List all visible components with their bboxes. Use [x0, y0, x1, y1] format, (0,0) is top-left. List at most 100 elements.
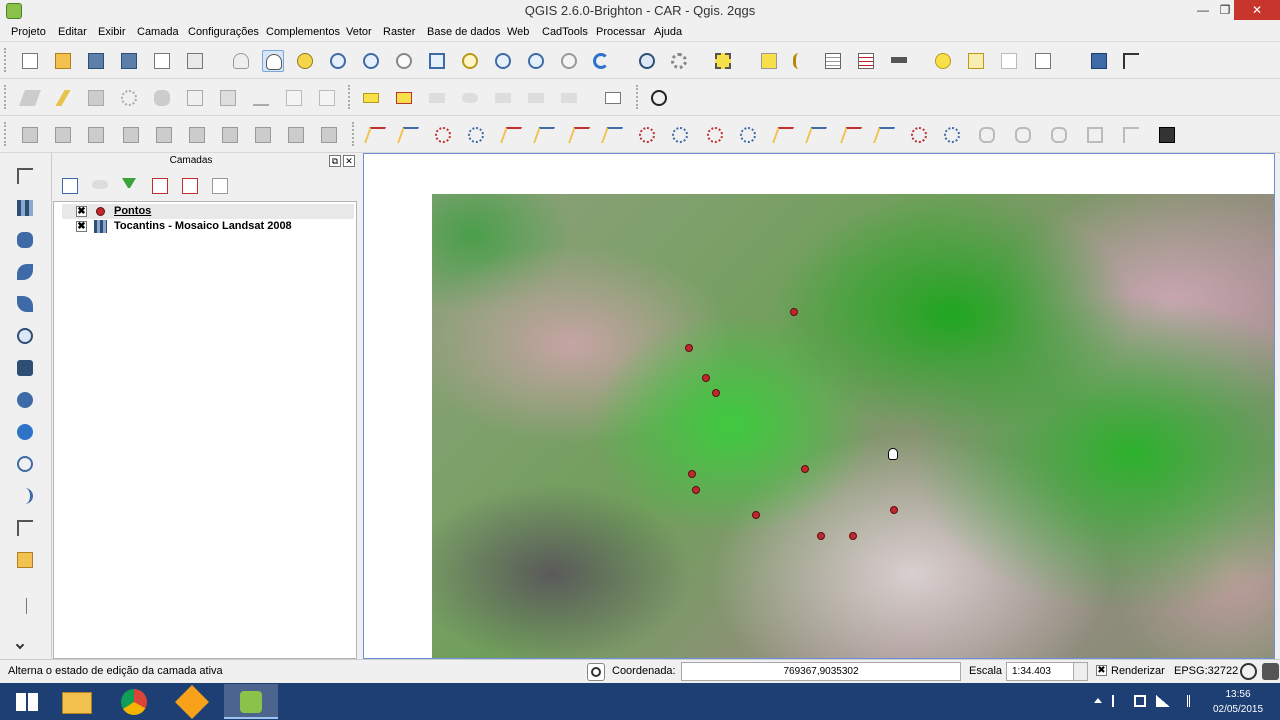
- refresh-button[interactable]: [590, 50, 612, 72]
- add-gps-button[interactable]: [14, 595, 40, 621]
- zoom-full-button[interactable]: [426, 50, 448, 72]
- signal-icon[interactable]: [1156, 695, 1170, 707]
- cad-line-2-button[interactable]: [397, 124, 419, 146]
- zoom-in-button[interactable]: [327, 50, 349, 72]
- cad-line-10-button[interactable]: [873, 124, 895, 146]
- add-feature-button[interactable]: [118, 87, 140, 109]
- menu-camada[interactable]: Camada: [137, 26, 179, 38]
- menu-cadtools[interactable]: CadTools: [542, 26, 588, 38]
- toolbar-grip[interactable]: [4, 122, 9, 146]
- run-action-button[interactable]: [668, 50, 690, 72]
- map-point[interactable]: [752, 511, 760, 519]
- layer-item-pontos[interactable]: ✖ Pontos: [62, 204, 354, 219]
- taskbar-qgis[interactable]: [224, 684, 278, 719]
- cad-line-6-button[interactable]: [601, 124, 623, 146]
- menu-web[interactable]: Web: [507, 26, 529, 38]
- menu-vetor[interactable]: Vetor: [346, 26, 372, 38]
- crs-status[interactable]: EPSG:32722: [1174, 665, 1238, 677]
- cad-points-5-button[interactable]: [704, 124, 726, 146]
- current-edits-button[interactable]: [19, 87, 41, 109]
- compass-button[interactable]: [648, 87, 670, 109]
- cad-line-4-button[interactable]: [533, 124, 555, 146]
- crs-globe-icon[interactable]: [1240, 663, 1257, 680]
- layer-visibility-checkbox[interactable]: ✖: [76, 206, 87, 217]
- save-as-button[interactable]: [118, 50, 140, 72]
- cadtools-10-button[interactable]: [318, 124, 340, 146]
- cadtools-2-button[interactable]: [52, 124, 74, 146]
- csw-button[interactable]: [602, 87, 624, 109]
- deselect-button[interactable]: [758, 50, 780, 72]
- paste-features-button[interactable]: [316, 87, 338, 109]
- filter-legend-button[interactable]: [119, 175, 137, 193]
- flag-icon[interactable]: [1112, 695, 1124, 707]
- map-point[interactable]: [685, 344, 693, 352]
- cad-disabled-2-button[interactable]: [1012, 124, 1034, 146]
- start-button[interactable]: [0, 684, 54, 719]
- taskbar-chrome[interactable]: [108, 684, 162, 719]
- cadtools-9-button[interactable]: [285, 124, 307, 146]
- zoom-out-button[interactable]: [360, 50, 382, 72]
- add-vector-layer-button[interactable]: [14, 165, 40, 191]
- map-point[interactable]: [817, 532, 825, 540]
- coordinate-toggle-button[interactable]: [587, 663, 605, 681]
- menu-base-de-dados[interactable]: Base de dados: [427, 26, 500, 38]
- window-tray-icon[interactable]: [1134, 695, 1146, 707]
- messages-icon[interactable]: [1262, 663, 1279, 680]
- taskbar-app[interactable]: [166, 684, 220, 719]
- scale-combo[interactable]: 1:34.403: [1006, 662, 1088, 681]
- coordinate-field[interactable]: 769367,9035302: [681, 662, 961, 681]
- menu-raster[interactable]: Raster: [383, 26, 415, 38]
- copy-features-button[interactable]: [283, 87, 305, 109]
- rotate-label-button[interactable]: [525, 87, 547, 109]
- cadtools-5-button[interactable]: [153, 124, 175, 146]
- layer-item-tocantins-mosaico[interactable]: ✖ Tocantins - Mosaico Landsat 2008: [62, 219, 354, 234]
- move-label-button[interactable]: [492, 87, 514, 109]
- measure-button[interactable]: [888, 50, 910, 72]
- panel-close-button[interactable]: ✕: [343, 155, 355, 167]
- pan-to-selection-button[interactable]: [294, 50, 316, 72]
- cad-disabled-3-button[interactable]: [1048, 124, 1070, 146]
- cad-points-6-button[interactable]: [737, 124, 759, 146]
- render-checkbox[interactable]: ✖: [1096, 665, 1107, 676]
- cad-line-9-button[interactable]: [840, 124, 862, 146]
- menu-exibir[interactable]: Exibir: [98, 26, 126, 38]
- pin-labels-button[interactable]: [426, 87, 448, 109]
- manage-visibility-button[interactable]: [89, 175, 108, 193]
- cad-disabled-4-button[interactable]: [1084, 124, 1106, 146]
- add-wms-layer-button[interactable]: [14, 389, 40, 415]
- layer-labeling-button[interactable]: [393, 87, 415, 109]
- cadtools-4-button[interactable]: [120, 124, 142, 146]
- cadtools-7-button[interactable]: [219, 124, 241, 146]
- map-point[interactable]: [890, 506, 898, 514]
- cad-line-8-button[interactable]: [805, 124, 827, 146]
- zoom-to-layer-button[interactable]: [492, 50, 514, 72]
- add-postgis-layer-button[interactable]: [14, 229, 40, 255]
- map-point[interactable]: [801, 465, 809, 473]
- volume-icon[interactable]: [1178, 695, 1190, 707]
- map-point[interactable]: [790, 308, 798, 316]
- more-tools-chevron-icon[interactable]: [14, 639, 40, 653]
- new-spatialite-button[interactable]: [14, 549, 40, 575]
- save-project-button[interactable]: [85, 50, 107, 72]
- map-point[interactable]: [688, 470, 696, 478]
- touch-zoom-button[interactable]: [230, 50, 252, 72]
- add-mssql-layer-button[interactable]: [14, 293, 40, 319]
- cad-disabled-5-button[interactable]: [1120, 124, 1142, 146]
- toolbar-grip[interactable]: [348, 85, 353, 109]
- cadtools-3-button[interactable]: [85, 124, 107, 146]
- cad-points-1-button[interactable]: [432, 124, 454, 146]
- tray-expand-icon[interactable]: [1094, 697, 1102, 703]
- add-wcs-layer-button[interactable]: [14, 421, 40, 447]
- zoom-last-button[interactable]: [525, 50, 547, 72]
- zoom-next-button[interactable]: [558, 50, 580, 72]
- add-delimited-text-button[interactable]: [14, 485, 40, 511]
- close-button[interactable]: ✕: [1234, 0, 1280, 20]
- open-project-button[interactable]: [52, 50, 74, 72]
- toolbar-grip[interactable]: [636, 85, 641, 109]
- map-point[interactable]: [712, 389, 720, 397]
- change-label-button[interactable]: [558, 87, 580, 109]
- show-hide-labels-button[interactable]: [459, 87, 481, 109]
- scale-dropdown-chevron-icon[interactable]: [1073, 663, 1087, 680]
- cad-points-4-button[interactable]: [669, 124, 691, 146]
- cad-points-8-button[interactable]: [941, 124, 963, 146]
